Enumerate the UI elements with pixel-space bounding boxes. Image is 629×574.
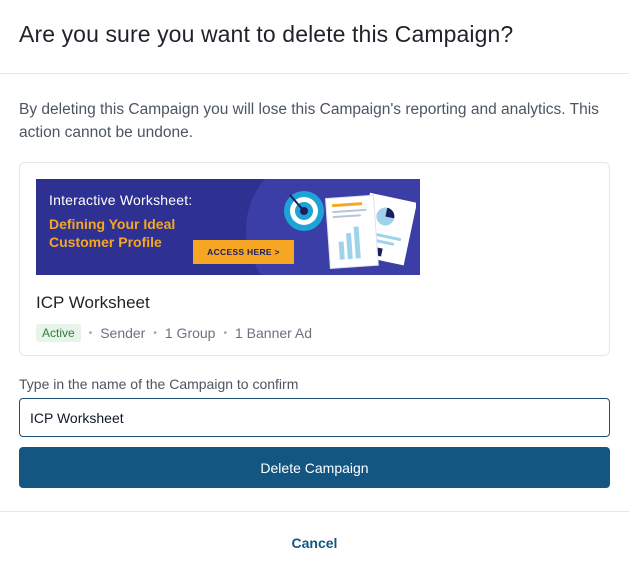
meta-separator: •: [88, 327, 93, 339]
banner-heading: Interactive Worksheet:: [49, 192, 193, 208]
meta-group-count: 1 Group: [164, 325, 216, 341]
delete-campaign-dialog: Are you sure you want to delete this Cam…: [0, 0, 629, 574]
meta-separator: •: [223, 327, 227, 339]
dialog-title: Are you sure you want to delete this Cam…: [19, 21, 514, 47]
campaign-name: ICP Worksheet: [36, 293, 150, 312]
meta-banner-ad-count: 1 Banner Ad: [234, 325, 313, 341]
campaign-meta: Active • Sender • 1 Group • 1 Banner Ad: [36, 324, 593, 342]
campaign-name-confirm-input[interactable]: [19, 398, 610, 437]
meta-sender: Sender: [100, 325, 146, 341]
meta-separator: •: [153, 327, 157, 339]
campaign-card: Interactive Worksheet: Defining Your Ide…: [19, 162, 610, 356]
cancel-button[interactable]: Cancel: [292, 535, 338, 551]
dialog-body: By deleting this Campaign you will lose …: [0, 74, 629, 488]
campaign-banner-image: Interactive Worksheet: Defining Your Ide…: [36, 179, 420, 275]
warning-text: By deleting this Campaign you will lose …: [19, 101, 599, 141]
status-badge: Active: [36, 324, 81, 342]
confirm-label: Type in the name of the Campaign to conf…: [19, 376, 299, 392]
worksheet-illustration-icon: [284, 191, 416, 269]
dialog-header: Are you sure you want to delete this Cam…: [0, 0, 629, 74]
dialog-footer: Cancel: [0, 511, 629, 574]
delete-campaign-button[interactable]: Delete Campaign: [19, 447, 610, 488]
